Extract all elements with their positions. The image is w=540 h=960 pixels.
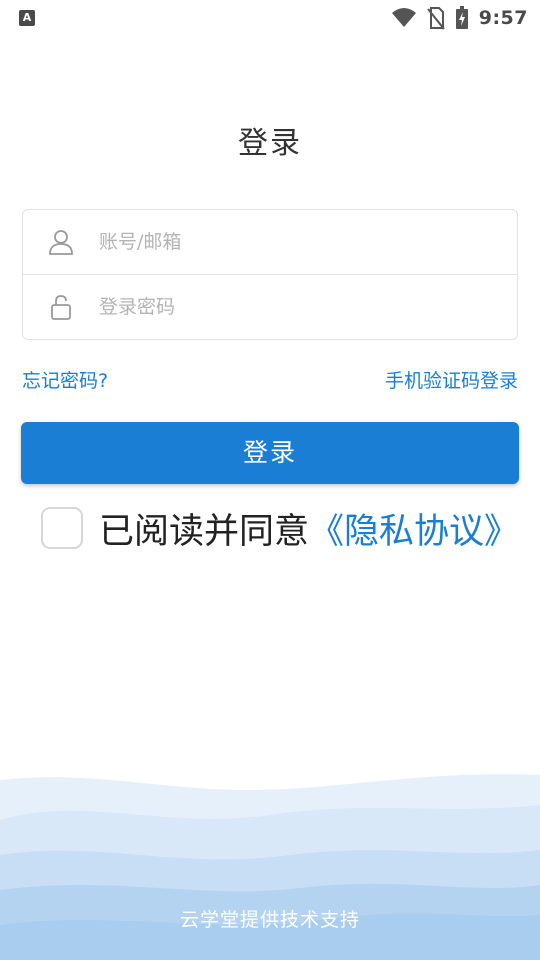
password-input[interactable] xyxy=(99,287,499,327)
agreement-row: 已阅读并同意 《隐私协议》 xyxy=(41,504,519,552)
agreement-text: 已阅读并同意 xyxy=(99,511,310,552)
user-icon xyxy=(49,230,73,255)
no-sim-icon xyxy=(426,7,445,30)
wifi-icon xyxy=(391,8,416,27)
account-input[interactable] xyxy=(99,222,499,262)
privacy-policy-link[interactable]: 《隐私协议》 xyxy=(309,503,519,554)
forgot-password-link[interactable]: 忘记密码? xyxy=(22,366,108,393)
login-button[interactable]: 登录 xyxy=(21,422,519,484)
account-field-row xyxy=(23,210,517,274)
battery-charging-icon xyxy=(455,6,468,29)
login-card xyxy=(22,209,518,340)
accessibility-icon: A xyxy=(19,10,35,26)
status-icons: 9:57 xyxy=(391,4,528,32)
password-field-row xyxy=(23,275,517,339)
agreement-checkbox[interactable] xyxy=(41,507,83,549)
sms-login-link[interactable]: 手机验证码登录 xyxy=(385,366,518,393)
status-bar: A 9:57 xyxy=(0,0,540,36)
page-title: 登录 xyxy=(238,126,302,161)
footer-text: 云学堂提供技术支持 xyxy=(179,909,360,931)
lock-icon xyxy=(51,295,71,320)
status-time: 9:57 xyxy=(478,7,528,29)
